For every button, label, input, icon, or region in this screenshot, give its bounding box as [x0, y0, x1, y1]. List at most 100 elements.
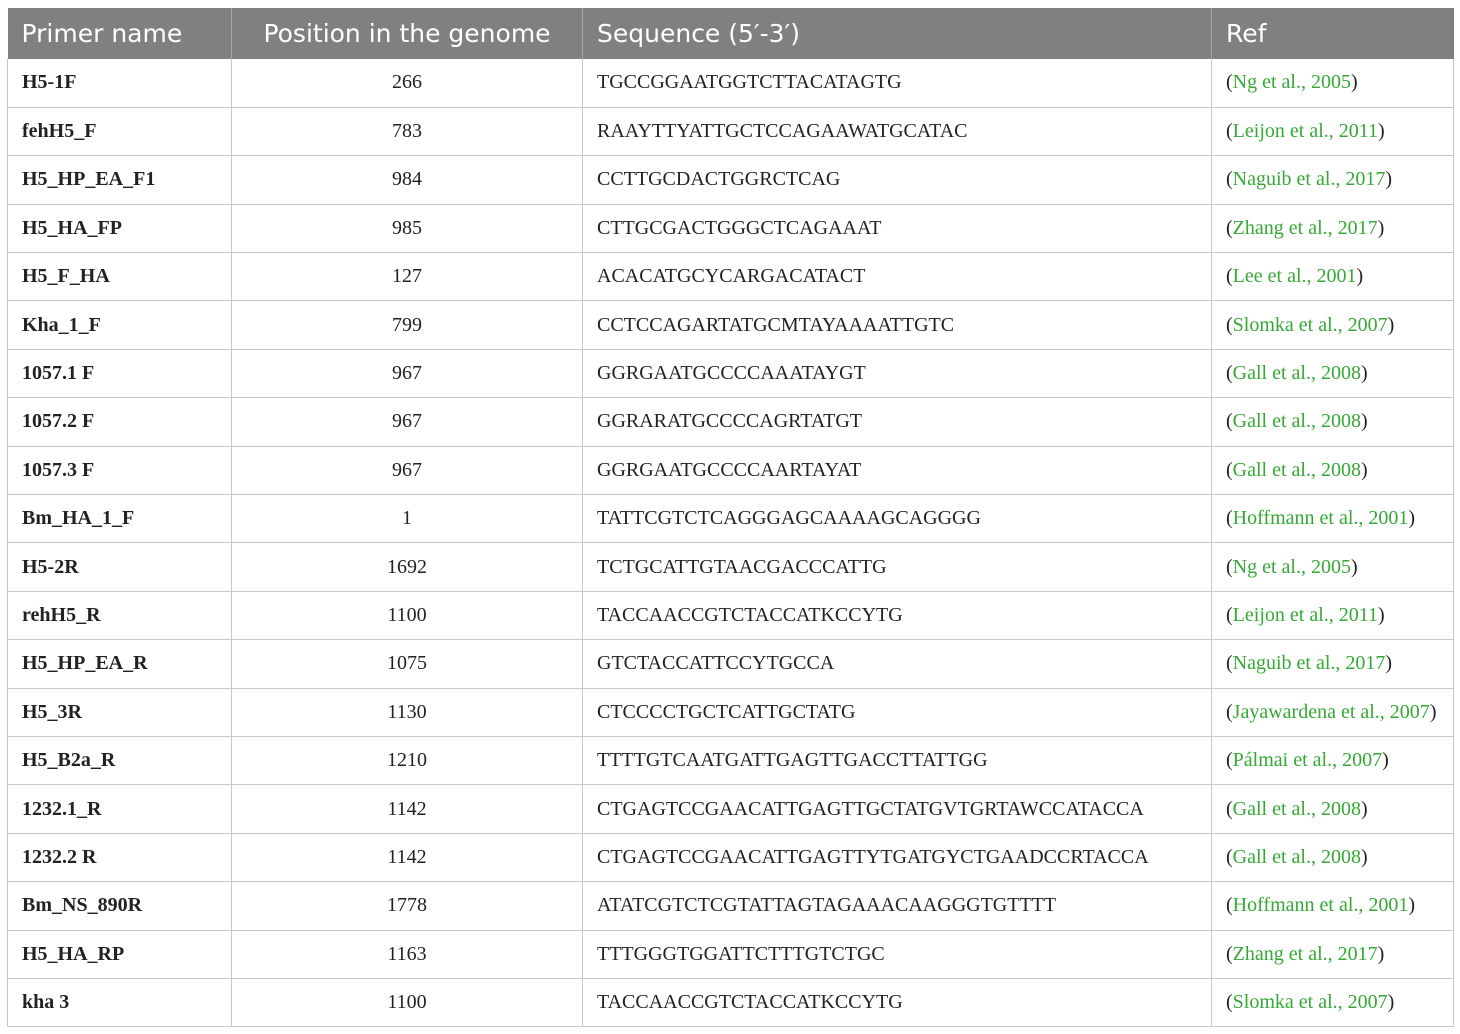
- table-row: H5_HP_EA_R 1075 GTCTACCATTCCYTGCCA (Naguib …: [7, 639, 1454, 689]
- sequence-cell: CCTTGCDACTGGRCTCAG: [582, 155, 1212, 205]
- sequence-cell: CTCCCCTGCTCATTGCTATG: [582, 688, 1212, 737]
- sequence-cell: CTGAGTCCGAACATTGAGTTYTGATGYCTGAADCCRTACC…: [582, 833, 1212, 883]
- table-row: H5_HP_EA_F1 984 CCTTGCDACTGGRCTCAG (Naguib …: [7, 155, 1454, 205]
- table-row: H5_B2a_R 1210 TTTTGTCAATGATTGAGTTGACCTTATT…: [7, 736, 1454, 786]
- sequence-cell: ATATCGTCTCGTATTAGTAGAAACAAGGGTGTTTT: [582, 881, 1212, 931]
- ref-link[interactable]: Slomka et al., 2007: [1233, 314, 1388, 336]
- sequence-cell: GGRARATGCCCCAGRTATGT: [582, 397, 1212, 447]
- ref-cell: (Slomka et al., 2007): [1211, 300, 1454, 350]
- ref-link[interactable]: Gall et al., 2008: [1233, 846, 1361, 868]
- position-cell: 967: [231, 397, 583, 447]
- ref-link[interactable]: Hoffmann et al., 2001: [1233, 507, 1409, 529]
- primer-name-cell: rehH5_R: [7, 591, 232, 641]
- ref-link[interactable]: Gall et al., 2008: [1233, 362, 1361, 384]
- ref-cell: (Naguib et al., 2017): [1211, 639, 1454, 689]
- ref-link[interactable]: Leijon et al., 2011: [1233, 604, 1378, 626]
- table-row: H5_F_HA 127 ACACATGCYCARGACATACT (Lee et al…: [7, 252, 1454, 302]
- table-row: 1057.3 F 967 GGRGAATGCCCCAARTAYAT (Gall et …: [7, 446, 1454, 496]
- ref-cell: (Zhang et al., 2017): [1211, 204, 1454, 254]
- ref-link[interactable]: Lee et al., 2001: [1233, 265, 1357, 287]
- position-cell: 1100: [231, 591, 583, 641]
- table-header: Primer name Position in the genome Seque…: [7, 8, 1454, 59]
- primer-name-cell: H5-2R: [7, 542, 232, 592]
- primer-name-cell: fehH5_F: [7, 107, 232, 157]
- position-cell: 1142: [231, 784, 583, 834]
- ref-cell: (Zhang et al., 2017): [1211, 930, 1454, 979]
- sequence-cell: TACCAACCGTCTACCATKCCYTG: [582, 978, 1212, 1028]
- primer-table-container: Primer name Position in the genome Seque…: [7, 8, 1454, 1028]
- sequence-cell: TTTTGTCAATGATTGAGTTGACCTTATTGG: [582, 736, 1212, 786]
- ref-link[interactable]: Zhang et al., 2017: [1233, 943, 1378, 965]
- primer-name-cell: Bm_HA_1_F: [7, 494, 232, 544]
- table-row: Bm_HA_1_F 1 TATTCGTCTCAGGGAGCAAAAGCAGGGG (H…: [7, 494, 1454, 544]
- table-row: 1232.1_R 1142 CTGAGTCCGAACATTGAGTTGCTATGVT…: [7, 784, 1454, 834]
- ref-link[interactable]: Gall et al., 2008: [1233, 410, 1361, 432]
- ref-cell: (Naguib et al., 2017): [1211, 155, 1454, 205]
- sequence-cell: TCTGCATTGTAACGACCCATTG: [582, 542, 1212, 592]
- ref-cell: (Leijon et al., 2011): [1211, 107, 1454, 157]
- position-cell: 1692: [231, 542, 583, 592]
- primer-name-cell: H5_HP_EA_R: [7, 639, 232, 689]
- ref-link[interactable]: Zhang et al., 2017: [1233, 217, 1378, 239]
- table-row: Bm_NS_890R 1778 ATATCGTCTCGTATTAGTAGAAACAA…: [7, 881, 1454, 931]
- primer-name-cell: H5_B2a_R: [7, 736, 232, 786]
- position-cell: 127: [231, 252, 583, 302]
- ref-link[interactable]: Leijon et al., 2011: [1233, 120, 1378, 142]
- ref-cell: (Gall et al., 2008): [1211, 397, 1454, 447]
- sequence-cell: CCTCCAGARTATGCMTAYAAAATTGTC: [582, 300, 1212, 350]
- primer-name-cell: Bm_NS_890R: [7, 881, 232, 931]
- position-cell: 1210: [231, 736, 583, 786]
- table-row: kha 3 1100 TACCAACCGTCTACCATKCCYTG (Slomka …: [7, 978, 1454, 1028]
- table-row: 1232.2 R 1142 CTGAGTCCGAACATTGAGTTYTGATGYC…: [7, 833, 1454, 883]
- sequence-cell: TATTCGTCTCAGGGAGCAAAAGCAGGGG: [582, 494, 1212, 544]
- position-cell: 266: [231, 59, 583, 108]
- position-cell: 967: [231, 349, 583, 399]
- primer-name-cell: H5_3R: [7, 688, 232, 737]
- primer-name-cell: kha 3: [7, 978, 232, 1028]
- ref-cell: (Hoffmann et al., 2001): [1211, 494, 1454, 544]
- ref-cell: (Gall et al., 2008): [1211, 833, 1454, 883]
- ref-link[interactable]: Jayawardena et al., 2007: [1233, 701, 1430, 723]
- primer-name-cell: H5_F_HA: [7, 252, 232, 302]
- sequence-cell: ACACATGCYCARGACATACT: [582, 252, 1212, 302]
- header-position: Position in the genome: [231, 8, 583, 59]
- ref-link[interactable]: Pálmai et al., 2007: [1233, 749, 1382, 771]
- position-cell: 1778: [231, 881, 583, 931]
- ref-link[interactable]: Naguib et al., 2017: [1233, 168, 1386, 190]
- ref-cell: (Pálmai et al., 2007): [1211, 736, 1454, 786]
- ref-cell: (Lee et al., 2001): [1211, 252, 1454, 302]
- position-cell: 799: [231, 300, 583, 350]
- position-cell: 783: [231, 107, 583, 157]
- ref-cell: (Gall et al., 2008): [1211, 784, 1454, 834]
- ref-cell: (Hoffmann et al., 2001): [1211, 881, 1454, 931]
- sequence-cell: CTGAGTCCGAACATTGAGTTGCTATGVTGRTAWCCATACC…: [582, 784, 1212, 834]
- ref-link[interactable]: Gall et al., 2008: [1233, 459, 1361, 481]
- header-row: Primer name Position in the genome Seque…: [7, 8, 1454, 59]
- ref-link[interactable]: Naguib et al., 2017: [1233, 652, 1386, 674]
- ref-cell: (Slomka et al., 2007): [1211, 978, 1454, 1028]
- position-cell: 1075: [231, 639, 583, 689]
- ref-link[interactable]: Hoffmann et al., 2001: [1233, 894, 1409, 916]
- primer-name-cell: 1057.3 F: [7, 446, 232, 496]
- table-row: H5_3R 1130 CTCCCCTGCTCATTGCTATG (Jayawarden…: [7, 688, 1454, 737]
- ref-link[interactable]: Gall et al., 2008: [1233, 798, 1361, 820]
- ref-cell: (Gall et al., 2008): [1211, 349, 1454, 399]
- primer-name-cell: H5_HA_RP: [7, 930, 232, 979]
- sequence-cell: TACCAACCGTCTACCATKCCYTG: [582, 591, 1212, 641]
- ref-link[interactable]: Slomka et al., 2007: [1233, 991, 1388, 1013]
- position-cell: 1163: [231, 930, 583, 979]
- position-cell: 1: [231, 494, 583, 544]
- sequence-cell: TTTGGGTGGATTCTTTGTCTGC: [582, 930, 1212, 979]
- primer-name-cell: 1232.1_R: [7, 784, 232, 834]
- ref-link[interactable]: Ng et al., 2005: [1233, 556, 1351, 578]
- primer-name-cell: H5_HA_FP: [7, 204, 232, 254]
- primer-name-cell: 1232.2 R: [7, 833, 232, 883]
- sequence-cell: GGRGAATGCCCCAAATAYGT: [582, 349, 1212, 399]
- table-row: Kha_1_F 799 CCTCCAGARTATGCMTAYAAAATTGTC (Sl…: [7, 300, 1454, 350]
- sequence-cell: GTCTACCATTCCYTGCCA: [582, 639, 1212, 689]
- position-cell: 1142: [231, 833, 583, 883]
- header-ref: Ref: [1211, 8, 1454, 59]
- ref-cell: (Leijon et al., 2011): [1211, 591, 1454, 641]
- table-row: H5-2R 1692 TCTGCATTGTAACGACCCATTG (Ng et al…: [7, 542, 1454, 592]
- ref-link[interactable]: Ng et al., 2005: [1233, 71, 1351, 93]
